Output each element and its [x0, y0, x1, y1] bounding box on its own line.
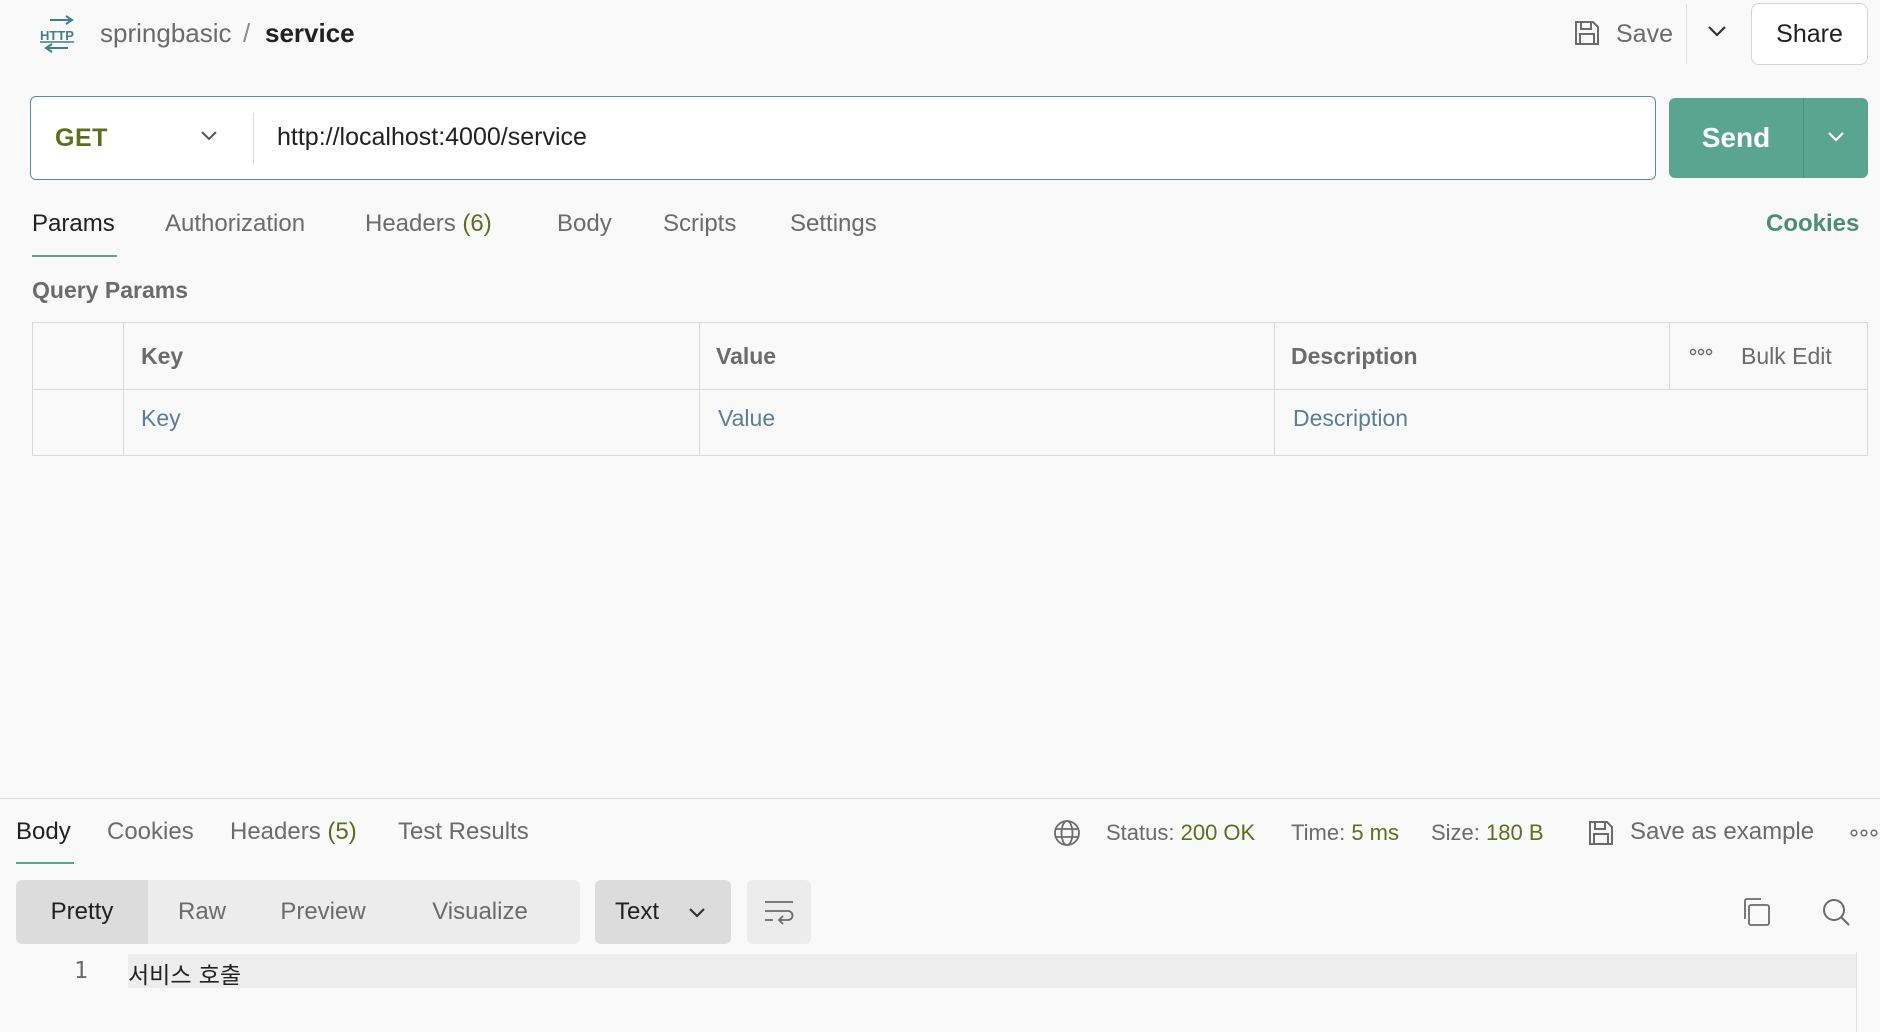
send-button[interactable]: Send — [1669, 98, 1803, 178]
chevron-down-icon — [1708, 26, 1726, 37]
send-split-button: Send — [1669, 98, 1868, 178]
editor-edge — [1856, 952, 1857, 1032]
response-tab-cookies[interactable]: Cookies — [107, 818, 194, 846]
save-icon — [1589, 821, 1613, 845]
response-tab-test-results[interactable]: Test Results — [398, 818, 529, 846]
time-value: 5 ms — [1351, 820, 1399, 845]
copy-icon[interactable] — [1740, 896, 1772, 928]
method-select[interactable]: GET — [31, 97, 253, 178]
tab-params[interactable]: Params — [32, 210, 115, 238]
save-label: Save — [1616, 20, 1673, 48]
save-icon — [1575, 21, 1599, 45]
breadcrumb-request-name[interactable]: service — [265, 18, 355, 49]
query-params-title: Query Params — [32, 277, 188, 303]
response-active-tab-indicator — [16, 862, 74, 864]
save-as-example-label: Save as example — [1630, 818, 1815, 845]
response-tab-headers[interactable]: Headers (5) — [230, 818, 357, 846]
code-line[interactable]: 서비스 호출 — [128, 956, 241, 990]
cookies-link[interactable]: Cookies — [1766, 210, 1859, 238]
size-label: Size: — [1431, 820, 1480, 845]
status-value: 200 OK — [1180, 820, 1256, 845]
response-tab-headers-count: (5) — [327, 818, 357, 845]
param-key-input[interactable] — [141, 405, 681, 432]
active-line-highlight — [128, 954, 1856, 988]
response-view-toggle: Pretty Raw Preview Visualize — [16, 880, 580, 944]
column-header-key: Key — [141, 343, 184, 369]
view-preview-button[interactable]: Preview — [256, 880, 390, 944]
request-url-bar: GET — [30, 96, 1656, 180]
breadcrumb-separator: / — [243, 18, 251, 48]
send-options-dropdown[interactable] — [1804, 98, 1868, 178]
tab-body[interactable]: Body — [557, 210, 612, 238]
column-divider — [1669, 323, 1670, 389]
chevron-down-icon — [201, 131, 217, 141]
method-label: GET — [55, 124, 108, 152]
param-value-input[interactable] — [718, 405, 1258, 432]
status-label: Status: — [1106, 820, 1175, 845]
more-options-icon[interactable] — [1850, 828, 1878, 838]
globe-icon[interactable] — [1052, 818, 1082, 848]
bulk-edit-button[interactable]: Bulk Edit — [1741, 343, 1832, 370]
column-header-description: Description — [1291, 343, 1418, 369]
view-visualize-button[interactable]: Visualize — [390, 880, 570, 944]
response-tab-headers-label: Headers — [230, 818, 321, 845]
line-number: 1 — [74, 958, 88, 984]
tab-headers-label: Headers — [365, 210, 456, 237]
response-format-select[interactable]: Text — [595, 880, 731, 944]
view-pretty-button[interactable]: Pretty — [16, 880, 148, 944]
share-button[interactable]: Share — [1751, 3, 1868, 65]
tab-headers-count: (6) — [462, 210, 492, 237]
response-size[interactable]: Size: 180 B — [1431, 820, 1544, 846]
row-divider — [33, 389, 1867, 390]
url-input[interactable] — [277, 115, 1637, 159]
save-options-dropdown[interactable] — [1696, 12, 1740, 56]
chevron-down-icon — [689, 908, 705, 918]
param-description-input[interactable] — [1293, 405, 1833, 432]
response-tab-body[interactable]: Body — [16, 818, 71, 846]
time-label: Time: — [1291, 820, 1346, 845]
size-value: 180 B — [1486, 820, 1544, 845]
tab-headers[interactable]: Headers (6) — [365, 210, 492, 238]
more-options-icon[interactable] — [1689, 347, 1713, 357]
response-divider[interactable] — [0, 798, 1880, 799]
column-header-value: Value — [716, 343, 777, 369]
active-tab-indicator — [32, 255, 117, 257]
tab-settings[interactable]: Settings — [790, 210, 877, 238]
chevron-down-icon — [1828, 132, 1844, 142]
wrap-lines-icon — [765, 901, 794, 925]
svg-text:HTTP: HTTP — [40, 28, 74, 43]
save-divider — [1686, 4, 1687, 64]
response-time[interactable]: Time: 5 ms — [1291, 820, 1399, 846]
request-page: HTTP springbasic / service Save Share GE… — [0, 0, 1880, 1032]
query-params-table: Key Value Description Bulk Edit — [32, 322, 1868, 456]
wrap-lines-button[interactable] — [747, 880, 811, 944]
method-divider — [253, 113, 254, 163]
format-label: Text — [615, 898, 660, 925]
http-icon: HTTP — [38, 14, 80, 54]
view-raw-button[interactable]: Raw — [148, 880, 256, 944]
breadcrumb-collection[interactable]: springbasic — [100, 18, 232, 49]
header-bar: HTTP springbasic / service Save Share — [0, 0, 1880, 68]
save-button[interactable]: Save — [1568, 12, 1684, 56]
response-status[interactable]: Status: 200 OK — [1106, 820, 1255, 846]
search-icon[interactable] — [1820, 896, 1852, 928]
tab-scripts[interactable]: Scripts — [663, 210, 736, 238]
tab-authorization[interactable]: Authorization — [165, 210, 305, 238]
